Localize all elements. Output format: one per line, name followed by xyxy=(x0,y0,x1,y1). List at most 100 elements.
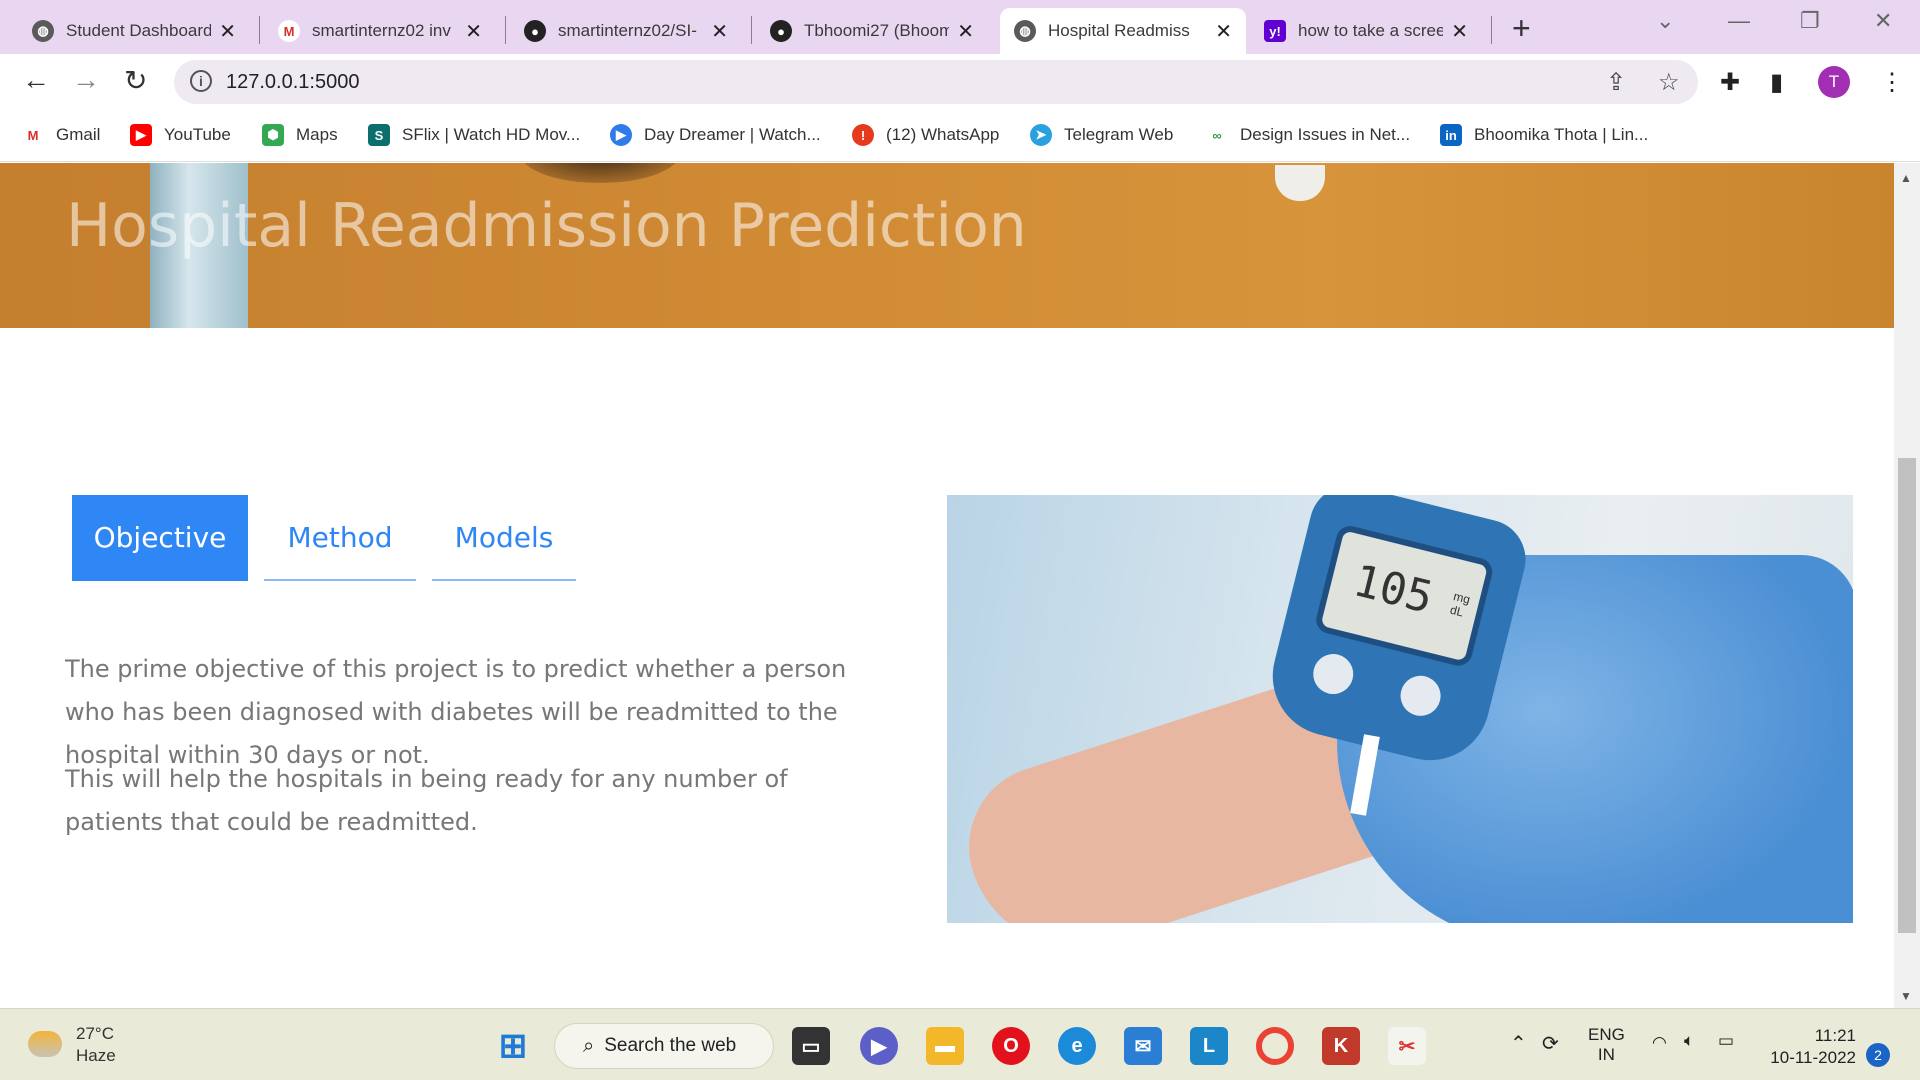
bookmark-youtube[interactable]: ▶ YouTube xyxy=(130,124,231,146)
chrome-icon[interactable] xyxy=(1256,1027,1294,1065)
bookmark-maps[interactable]: ⬢ Maps xyxy=(262,124,338,146)
close-icon[interactable]: ✕ xyxy=(1451,19,1468,44)
link-icon: ∞ xyxy=(1212,127,1222,143)
notification-badge[interactable]: 2 xyxy=(1866,1043,1890,1067)
web-page: Hospital Readmission Prediction Objectiv… xyxy=(0,163,1894,1008)
tab-search-chevron-icon[interactable]: ⌄ xyxy=(1656,8,1674,34)
bookmark-telegram[interactable]: ➤ Telegram Web xyxy=(1030,124,1173,146)
tab-divider xyxy=(259,16,260,44)
photo-meter-button xyxy=(1308,649,1358,699)
yahoo-icon: y! xyxy=(1264,20,1286,42)
close-window-button[interactable]: ✕ xyxy=(1874,8,1892,34)
volume-icon[interactable]: 🔈︎ xyxy=(1684,1031,1694,1051)
extensions-icon[interactable]: ✚ xyxy=(1720,68,1740,97)
reload-button[interactable]: ↻ xyxy=(124,64,147,97)
windows-start-icon[interactable]: ⊞ xyxy=(494,1027,532,1065)
new-tab-button[interactable]: + xyxy=(1512,10,1531,47)
browser-tab-github-tbhoomi[interactable]: ● Tbhoomi27 (Bhoom ✕ xyxy=(756,8,988,54)
globe-icon: ◍ xyxy=(32,20,54,42)
tab-models[interactable]: Models xyxy=(432,495,576,581)
show-hidden-icons-chevron-icon[interactable]: ⌃ xyxy=(1510,1031,1527,1056)
gmail-icon: M xyxy=(278,20,300,42)
tab-divider xyxy=(505,16,506,44)
share-icon[interactable]: ⇪ xyxy=(1606,68,1626,97)
page-scrollbar[interactable]: ▲ ▼ xyxy=(1894,163,1920,1008)
forward-button[interactable]: → xyxy=(72,64,100,96)
maps-icon: ⬢ xyxy=(262,124,284,146)
sflix-icon: S xyxy=(368,124,390,146)
url-text[interactable]: 127.0.0.1:5000 xyxy=(226,71,359,94)
snipping-tool-icon[interactable]: ✂ xyxy=(1388,1027,1426,1065)
profile-avatar[interactable]: T xyxy=(1818,66,1850,98)
opera-icon[interactable]: O xyxy=(992,1027,1030,1065)
task-view-icon[interactable]: ▭ xyxy=(792,1027,830,1065)
weather-widget[interactable]: 27°C Haze xyxy=(28,1023,116,1067)
close-icon[interactable]: ✕ xyxy=(711,19,728,44)
scrollbar-thumb[interactable] xyxy=(1898,458,1916,933)
battery-icon[interactable]: ▭ xyxy=(1718,1031,1734,1051)
close-icon[interactable]: ✕ xyxy=(465,19,482,44)
whatsapp-icon: ! xyxy=(852,124,874,146)
photo-meter-button xyxy=(1396,671,1445,721)
bookmarks-bar: M Gmail ▶ YouTube ⬢ Maps S SFlix | Watch… xyxy=(0,110,1920,162)
browser-tab-hospital-readmission[interactable]: ◍ Hospital Readmiss ✕ xyxy=(1000,8,1246,54)
browser-tab-yahoo[interactable]: y! how to take a scree ✕ xyxy=(1250,8,1482,54)
close-icon[interactable]: ✕ xyxy=(1215,19,1232,44)
tab-divider xyxy=(1491,16,1492,44)
hero-background-pill xyxy=(1275,165,1325,201)
bookmark-gmail[interactable]: M Gmail xyxy=(22,124,101,146)
bookmark-design-issues[interactable]: ∞ Design Issues in Net... xyxy=(1206,124,1410,146)
minimize-button[interactable]: — xyxy=(1728,8,1750,34)
weather-condition: Haze xyxy=(76,1046,116,1065)
scroll-down-arrow-icon[interactable]: ▼ xyxy=(1900,989,1912,1003)
bookmark-star-icon[interactable]: ☆ xyxy=(1658,68,1680,97)
sync-icon[interactable]: ⟳ xyxy=(1542,1031,1559,1056)
hero-background-shadow xyxy=(520,163,680,183)
mail-icon[interactable]: ✉ xyxy=(1124,1027,1162,1065)
objective-paragraph-2: This will help the hospitals in being re… xyxy=(65,765,788,836)
clock[interactable]: 11:21 10-11-2022 xyxy=(1770,1025,1856,1069)
bookmark-sflix[interactable]: S SFlix | Watch HD Mov... xyxy=(368,124,580,146)
close-icon[interactable]: ✕ xyxy=(957,19,974,44)
gmail-icon: M xyxy=(27,127,39,143)
browser-tab-github-si[interactable]: ● smartinternz02/SI- ✕ xyxy=(510,8,742,54)
telegram-icon: ➤ xyxy=(1030,124,1052,146)
github-icon: ● xyxy=(770,20,792,42)
play-icon: ▶ xyxy=(610,124,632,146)
meter-reading: 105 xyxy=(1348,555,1438,624)
meter-unit: mg dL xyxy=(1448,589,1472,620)
tab-objective[interactable]: Objective xyxy=(72,495,248,581)
teams-chat-icon[interactable]: ▶ xyxy=(860,1027,898,1065)
back-button[interactable]: ← xyxy=(22,64,50,96)
close-icon[interactable]: ✕ xyxy=(219,19,236,44)
windows-taskbar: 27°C Haze ⊞ ⌕ Search the web ▭ ▶ ▬ O e ✉… xyxy=(0,1008,1920,1080)
scroll-up-arrow-icon[interactable]: ▲ xyxy=(1900,171,1912,185)
tab-method[interactable]: Method xyxy=(264,495,416,581)
youtube-icon: ▶ xyxy=(130,124,152,146)
kingsoft-icon[interactable]: K xyxy=(1322,1027,1360,1065)
bookmark-whatsapp[interactable]: ! (12) WhatsApp xyxy=(852,124,999,146)
browser-tab-gmail[interactable]: M smartinternz02 inv ✕ xyxy=(264,8,496,54)
address-bar[interactable]: i 127.0.0.1:5000 ⇪ ☆ xyxy=(174,60,1698,104)
bookmark-linkedin[interactable]: in Bhoomika Thota | Lin... xyxy=(1440,124,1648,146)
linkedin-icon: in xyxy=(1440,124,1462,146)
haze-weather-icon xyxy=(28,1031,62,1057)
tab-divider xyxy=(751,16,752,44)
restore-button[interactable]: ❐ xyxy=(1800,8,1820,34)
wifi-icon[interactable]: ◠ xyxy=(1652,1033,1667,1053)
search-icon: ⌕ xyxy=(583,1034,595,1057)
taskbar-search[interactable]: ⌕ Search the web xyxy=(554,1023,774,1069)
language-indicator[interactable]: ENG IN xyxy=(1588,1025,1625,1065)
bookmark-day-dreamer[interactable]: ▶ Day Dreamer | Watch... xyxy=(610,124,821,146)
file-explorer-icon[interactable]: ▬ xyxy=(926,1027,964,1065)
browser-tab-student-dashboard[interactable]: ◍ Student Dashboard ✕ xyxy=(18,8,250,54)
browser-toolbar: ← → ↻ i 127.0.0.1:5000 ⇪ ☆ ✚ ▮ T ⋮ xyxy=(0,54,1920,110)
hero-banner: Hospital Readmission Prediction xyxy=(0,163,1894,328)
photo-meter-screen: 105 mg dL xyxy=(1313,523,1496,669)
l-app-icon[interactable]: L xyxy=(1190,1027,1228,1065)
edge-icon[interactable]: e xyxy=(1058,1027,1096,1065)
glucose-meter-image: 105 mg dL xyxy=(947,495,1853,923)
menu-kebab-icon[interactable]: ⋮ xyxy=(1880,68,1904,97)
site-info-icon[interactable]: i xyxy=(190,70,212,92)
side-panel-icon[interactable]: ▮ xyxy=(1770,68,1783,97)
